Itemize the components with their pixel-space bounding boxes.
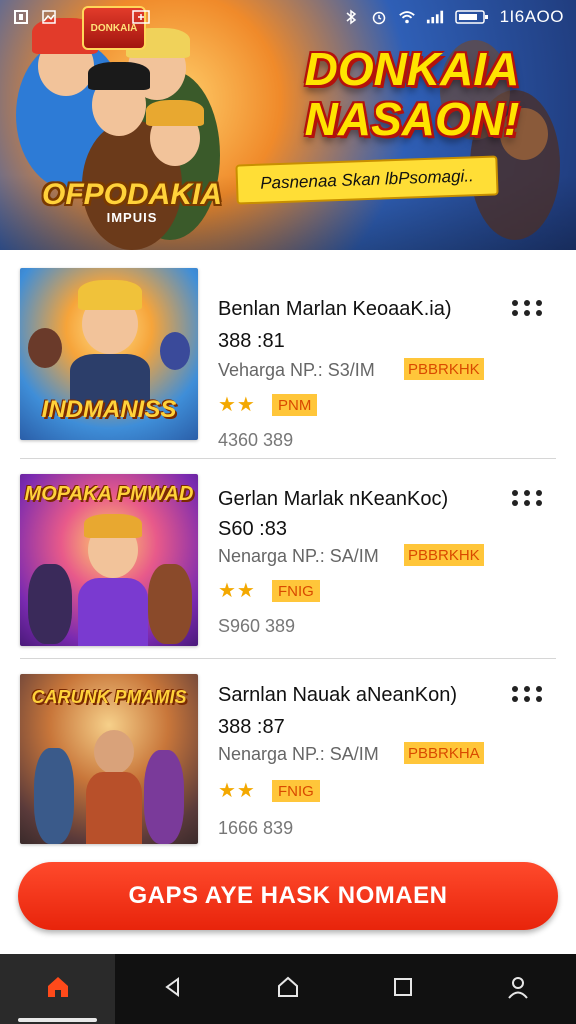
item-count: 1666 839: [218, 818, 294, 838]
item-price: 388 :87: [218, 716, 285, 738]
banner-logo-main: OFPODAKIA: [42, 178, 222, 211]
item-meta: Nenarga NP.: SA/IM: [218, 744, 379, 764]
nav-back[interactable]: [115, 954, 230, 1024]
more-options-icon[interactable]: [512, 684, 548, 704]
item-tag: PBBRKHK: [404, 358, 484, 380]
thumb-title: MOPAKA PMWAD: [24, 483, 194, 505]
banner-logo-sub: IMPUIS: [106, 210, 158, 225]
thumb-side-character: [34, 748, 74, 844]
item-tag: PBBRKHA: [404, 742, 484, 764]
nav-profile[interactable]: [461, 954, 576, 1024]
item-meta: Nenarga NP.: SA/IM: [218, 546, 379, 566]
wifi-icon: [398, 8, 416, 26]
item-title: Benlan Marlan KeoaaK.ia): [218, 298, 452, 320]
thumb-character-hair: [78, 280, 142, 310]
item-count: 4360 389: [218, 430, 294, 450]
thumb-title: CARUNK PMAMIS: [31, 687, 187, 707]
home-icon: [45, 974, 71, 1005]
game-thumbnail[interactable]: INDMANISS: [20, 268, 198, 440]
banner-title-line2: NASAON!: [304, 93, 520, 145]
list-item[interactable]: INDMANISS Benlan Marlan KeoaaK.ia) 388 :…: [0, 268, 576, 468]
bottom-navigation: [0, 954, 576, 1024]
list-item[interactable]: CARUNK PMAMIS Sarnlan Nauak aNeanKon) 38…: [0, 674, 576, 874]
nav-recents[interactable]: [346, 954, 461, 1024]
primary-action-button[interactable]: GAPS AYE HASK NOMAEN: [18, 862, 558, 930]
item-tag: PBBRKHK: [404, 544, 484, 566]
item-meta: Veharga NP.: S3/IM: [218, 360, 375, 380]
status-left: [12, 8, 150, 26]
rating-tag: FNIG: [272, 780, 320, 802]
rating-stars: ★★: [218, 394, 256, 416]
thumb-side-character: [160, 332, 190, 370]
back-icon: [161, 975, 185, 1004]
alarm-icon: [370, 8, 388, 26]
banner-logo: OFPODAKIA IMPUIS: [32, 178, 232, 225]
rating-stars: ★★: [218, 780, 256, 802]
item-count: S960 389: [218, 616, 296, 636]
item-title: Gerlan Marlak nKeanKoc): [218, 488, 449, 510]
more-options-icon[interactable]: [512, 298, 548, 318]
status-bar: 1I6AOO: [0, 0, 576, 34]
thumb-character-body: [78, 578, 148, 646]
more-options-icon[interactable]: [512, 488, 548, 508]
promo-banner[interactable]: DONKAIA DONKAIA NASAON! Pasnenaa Skan lb…: [0, 0, 576, 250]
nav-home-circle[interactable]: [230, 954, 345, 1024]
divider: [20, 658, 556, 659]
status-right: 1I6AOO: [342, 7, 564, 27]
status-time: 1I6AOO: [499, 7, 564, 26]
recents-icon: [392, 976, 414, 1003]
rating-tag: FNIG: [272, 580, 320, 602]
rating-stars: ★★: [218, 580, 256, 602]
plus-box-icon: [132, 8, 150, 26]
square-icon: [12, 8, 30, 26]
thumb-title: INDMANISS: [41, 396, 177, 423]
hero-hair: [146, 100, 204, 126]
banner-title-line1: DONKAIA: [304, 43, 520, 95]
hero-hair: [88, 62, 150, 90]
game-thumbnail[interactable]: CARUNK PMAMIS: [20, 674, 198, 844]
thumb-character-face: [94, 730, 134, 774]
image-icon: [40, 8, 58, 26]
home-circle-icon: [275, 974, 301, 1005]
thumb-character-body: [86, 772, 142, 844]
divider: [20, 458, 556, 459]
game-thumbnail[interactable]: MOPAKA PMWAD: [20, 474, 198, 646]
rating-tag: PNM: [272, 394, 318, 416]
thumb-character-hair: [84, 514, 142, 538]
item-price: 388 :81: [218, 330, 285, 352]
list-item[interactable]: MOPAKA PMWAD Gerlan Marlak nKeanKoc) S60…: [0, 474, 576, 674]
thumb-crowd: [28, 564, 72, 644]
nav-home[interactable]: [0, 954, 116, 1024]
thumb-side-character: [28, 328, 62, 368]
thumb-side-character: [144, 750, 184, 844]
battery-icon: [454, 8, 490, 26]
signal-icon: [426, 8, 444, 26]
banner-subtitle: Pasnenaa Skan lbPsomagi..: [235, 155, 499, 205]
item-price: S60 :83: [218, 518, 287, 540]
item-title: Sarnlan Nauak aNeanKon): [218, 684, 458, 706]
thumb-crowd: [148, 564, 192, 644]
banner-title: DONKAIA NASAON!: [262, 44, 562, 144]
profile-icon: [505, 974, 531, 1005]
bluetooth-icon: [342, 8, 360, 26]
